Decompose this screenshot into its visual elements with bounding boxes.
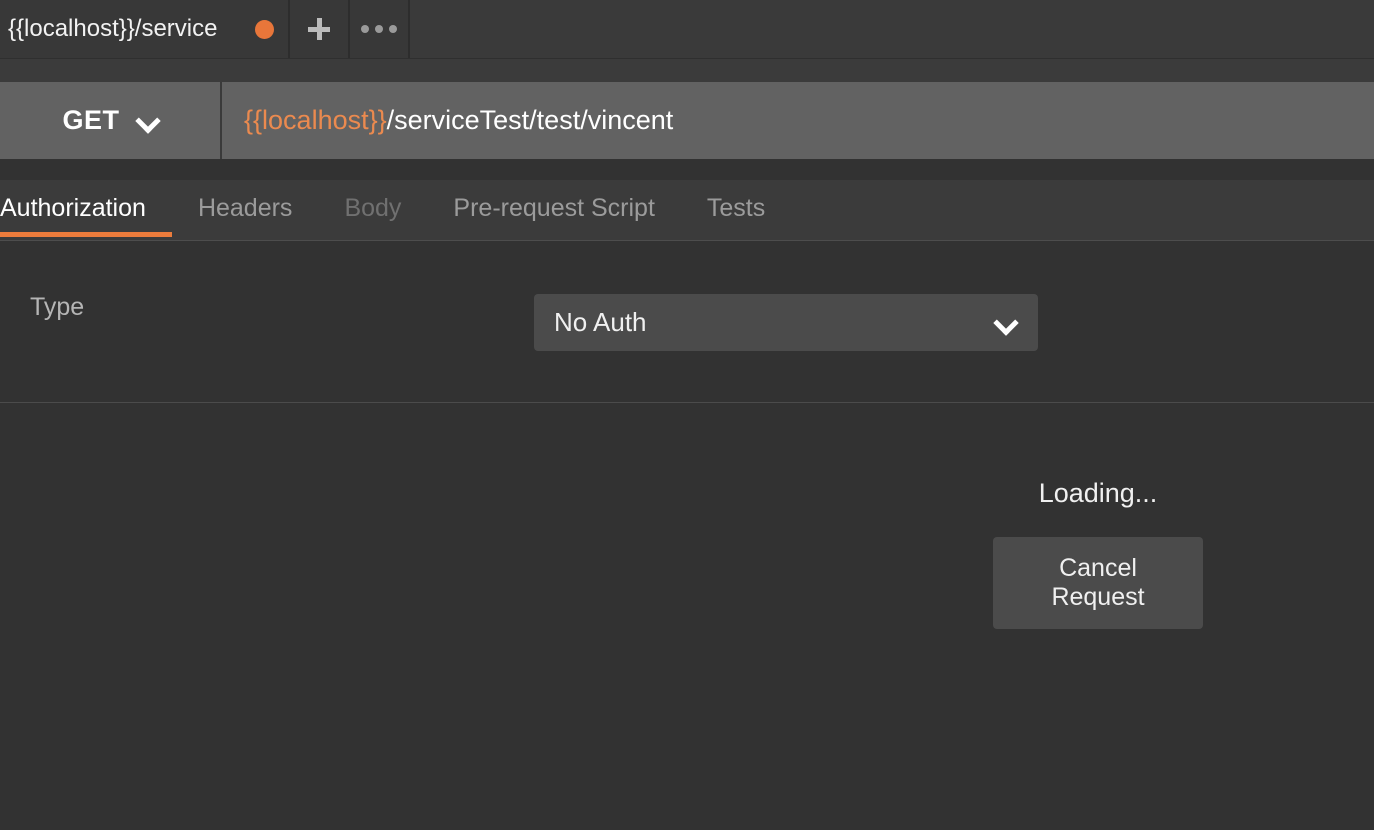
chevron-down-icon bbox=[138, 111, 158, 131]
tab-headers[interactable]: Headers bbox=[172, 180, 319, 237]
response-loading-state: Loading... Cancel Request bbox=[993, 478, 1203, 629]
ellipsis-icon bbox=[361, 25, 397, 33]
response-panel: Loading... Cancel Request bbox=[0, 404, 1374, 830]
authorization-panel: Type No Auth bbox=[0, 241, 1374, 403]
cancel-request-button[interactable]: Cancel Request bbox=[993, 537, 1203, 629]
url-bar: GET {{localhost}}/serviceTest/test/vince… bbox=[0, 82, 1374, 159]
postman-window: {{localhost}}/service GET {{localhost}}/… bbox=[0, 0, 1374, 830]
tab-body[interactable]: Body bbox=[318, 180, 427, 237]
url-text: {{localhost}}/serviceTest/test/vincent bbox=[244, 105, 673, 136]
tab-tests-label: Tests bbox=[706, 194, 766, 222]
tab-authorization[interactable]: Authorization bbox=[0, 180, 172, 237]
tab-headers-label: Headers bbox=[197, 194, 293, 222]
unsaved-indicator-dot[interactable] bbox=[255, 19, 274, 39]
auth-type-label: Type bbox=[30, 293, 85, 321]
http-method-selector[interactable]: GET bbox=[0, 82, 222, 159]
auth-type-select[interactable]: No Auth bbox=[534, 294, 1038, 351]
request-tab-bar: {{localhost}}/service bbox=[0, 0, 1374, 58]
auth-type-value: No Auth bbox=[554, 307, 647, 337]
chevron-down-icon bbox=[996, 313, 1016, 333]
request-section-tabs: Authorization Headers Body Pre-request S… bbox=[0, 180, 1374, 241]
tab-pre-request-script[interactable]: Pre-request Script bbox=[427, 180, 680, 237]
request-tab-title: {{localhost}}/service bbox=[8, 15, 218, 42]
toolbar-spacer bbox=[0, 58, 1374, 82]
tab-pre-request-script-label: Pre-request Script bbox=[453, 194, 655, 222]
plus-icon bbox=[308, 18, 330, 40]
url-input[interactable]: {{localhost}}/serviceTest/test/vincent bbox=[222, 82, 1374, 159]
tab-bar-empty-space bbox=[410, 0, 1374, 58]
new-tab-button[interactable] bbox=[290, 0, 350, 58]
url-path: /serviceTest/test/vincent bbox=[386, 105, 674, 135]
loading-text: Loading... bbox=[1038, 478, 1158, 508]
tab-tests[interactable]: Tests bbox=[681, 180, 791, 237]
tab-authorization-label: Authorization bbox=[0, 194, 146, 222]
tab-body-label: Body bbox=[344, 194, 402, 222]
request-tab[interactable]: {{localhost}}/service bbox=[0, 0, 290, 58]
url-variable: {{localhost}} bbox=[244, 105, 387, 135]
tab-overflow-button[interactable] bbox=[350, 0, 410, 58]
http-method-label: GET bbox=[62, 105, 120, 135]
